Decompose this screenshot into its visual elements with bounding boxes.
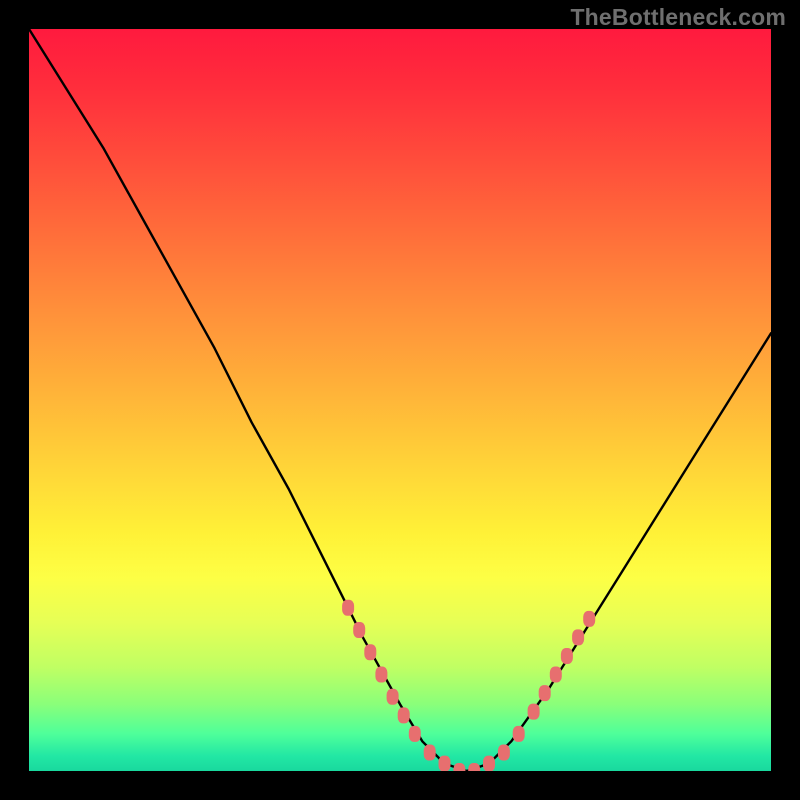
watermark-text: TheBottleneck.com	[570, 4, 786, 31]
curve-marker	[364, 644, 376, 660]
curve-marker	[539, 685, 551, 701]
curve-marker	[453, 763, 465, 771]
curve-marker	[375, 667, 387, 683]
curve-marker	[387, 689, 399, 705]
curve-marker	[513, 726, 525, 742]
curve-marker	[342, 600, 354, 616]
curve-marker	[561, 648, 573, 664]
curve-marker	[498, 745, 510, 761]
curve-marker	[583, 611, 595, 627]
curve-marker	[424, 745, 436, 761]
curve-marker	[439, 756, 451, 771]
curve-marker	[528, 704, 540, 720]
curve-marker	[468, 763, 480, 771]
chart-frame	[29, 29, 771, 771]
curve-markers	[342, 600, 595, 771]
curve-marker	[409, 726, 421, 742]
curve-marker	[550, 667, 562, 683]
curve-marker	[483, 756, 495, 771]
chart-plot	[29, 29, 771, 771]
curve-marker	[353, 622, 365, 638]
curve-marker	[572, 629, 584, 645]
bottleneck-curve	[29, 29, 771, 771]
curve-marker	[398, 707, 410, 723]
